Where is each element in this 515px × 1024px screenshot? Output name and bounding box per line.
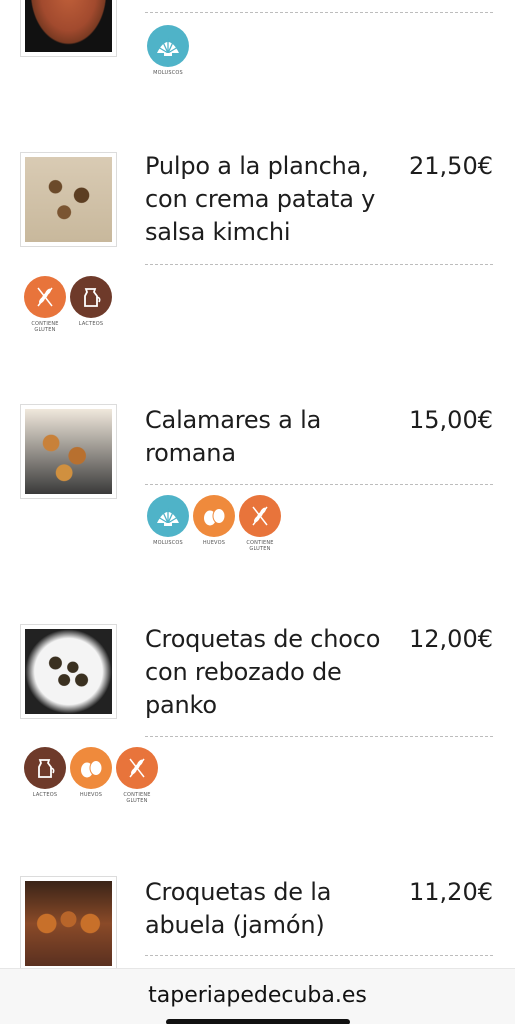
allergen-lacteos: LACTEOS [66,276,116,327]
allergen-label: MOLUSCOS [153,540,183,546]
url-text[interactable]: taperiapedecuba.es [0,983,515,1008]
home-indicator[interactable] [166,1019,350,1024]
item-divider [145,484,493,485]
allergen-label: CONTIENE GLUTEN [31,321,59,333]
eggs-icon [204,508,226,526]
allergen-label: CONTIENE GLUTEN [123,792,151,804]
item-divider [145,955,493,956]
dish-photo-image [25,0,112,52]
shell-icon [157,508,179,526]
allergen-gluten: CONTIENE GLUTEN [235,495,285,552]
item-divider [145,12,493,13]
dish-photo [20,876,117,971]
dish-name: Calamares a la romana [145,406,322,467]
allergen-badge [70,276,112,318]
dish-price: 12,00€ [409,625,493,653]
wheat-icon [252,506,268,526]
wheat-icon [37,287,53,307]
dish-name: Croquetas de choco con rebozado de panko [145,625,381,719]
allergen-huevos: HUEVOS [189,495,239,546]
dish-photo [20,624,117,719]
allergen-label: HUEVOS [202,540,226,546]
dish-name: Croquetas de la abuela (jamón) [145,878,332,939]
dish-price: 21,50€ [409,152,493,180]
allergen-badge [147,25,189,67]
milk-jug-icon [38,759,55,778]
dish-photo-image [25,881,112,966]
allergen-label: MOLUSCOS [153,70,183,76]
allergen-label: HUEVOS [79,792,103,798]
dish-photo-image [25,409,112,494]
item-divider [145,736,493,737]
dish-photo [20,404,117,499]
allergen-badge [193,495,235,537]
dish-price: 15,00€ [409,406,493,434]
allergen-badge [147,495,189,537]
allergen-label: LACTEOS [78,321,104,327]
allergen-huevos: HUEVOS [66,747,116,798]
allergen-moluscos: MOLUSCOS [143,495,193,546]
allergen-badge [24,276,66,318]
allergen-badge [24,747,66,789]
wheat-icon [129,758,145,778]
allergen-badge [116,747,158,789]
browser-address-bar[interactable]: taperiapedecuba.es [0,968,515,1024]
milk-jug-icon [84,288,101,307]
allergen-badge [239,495,281,537]
dish-photo-image [25,629,112,714]
allergen-gluten: CONTIENE GLUTEN [112,747,162,804]
eggs-icon [81,760,103,778]
dish-photo [20,152,117,247]
allergen-gluten: CONTIENE GLUTEN [20,276,70,333]
allergen-moluscos: MOLUSCOS [143,25,193,76]
allergen-lacteos: LACTEOS [20,747,70,798]
dish-price: 11,20€ [409,878,493,906]
allergen-label: CONTIENE GLUTEN [246,540,274,552]
dish-photo-image [25,157,112,242]
allergen-label: LACTEOS [32,792,58,798]
allergen-badge [70,747,112,789]
dish-name: Pulpo a la plancha, con crema patata y s… [145,152,376,246]
item-divider [145,264,493,265]
dish-photo [20,0,117,57]
shell-icon [157,38,179,56]
